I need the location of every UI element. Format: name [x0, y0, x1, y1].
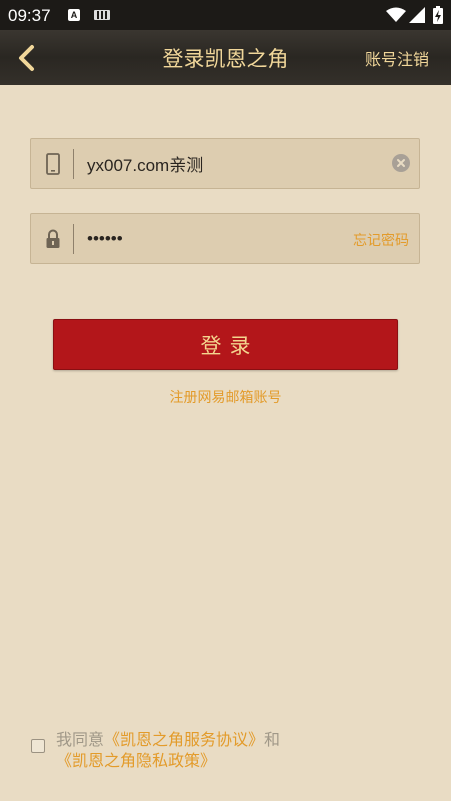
forgot-password-link[interactable]: 忘记密码: [353, 230, 409, 250]
keyboard-icon: [94, 10, 110, 20]
service-agreement-link[interactable]: 《凯恩之角服务协议》: [104, 730, 264, 749]
register-netease-email-link[interactable]: 注册网易邮箱账号: [0, 387, 451, 407]
agreement-checkbox[interactable]: [31, 739, 45, 753]
field-divider: [73, 149, 74, 179]
agreement-text: 我同意《凯恩之角服务协议》和《凯恩之角隐私政策》: [56, 729, 436, 771]
login-button[interactable]: 登录: [53, 319, 398, 370]
lock-icon: [46, 229, 60, 248]
clear-icon: [397, 159, 405, 167]
password-input[interactable]: [87, 214, 307, 263]
notification-a-icon: A: [68, 9, 80, 21]
wifi-icon: [386, 7, 406, 22]
title-bar: 登录凯恩之角 账号注销: [0, 30, 451, 85]
phone-icon: [46, 153, 60, 175]
agreement-conjunction: 和: [264, 730, 281, 749]
privacy-policy-link[interactable]: 《凯恩之角隐私政策》: [56, 751, 216, 770]
status-time: 09:37: [8, 6, 51, 25]
password-field[interactable]: 忘记密码: [30, 213, 420, 264]
account-field[interactable]: [30, 138, 420, 189]
account-input[interactable]: [87, 139, 377, 188]
battery-icon: [433, 6, 443, 24]
account-deregister-link[interactable]: 账号注销: [365, 46, 429, 70]
signal-icon: [409, 7, 425, 23]
field-divider: [73, 224, 74, 254]
status-bar: 09:37 A: [0, 0, 451, 30]
agreement-prefix: 我同意: [56, 730, 105, 749]
clear-button[interactable]: [392, 154, 410, 172]
